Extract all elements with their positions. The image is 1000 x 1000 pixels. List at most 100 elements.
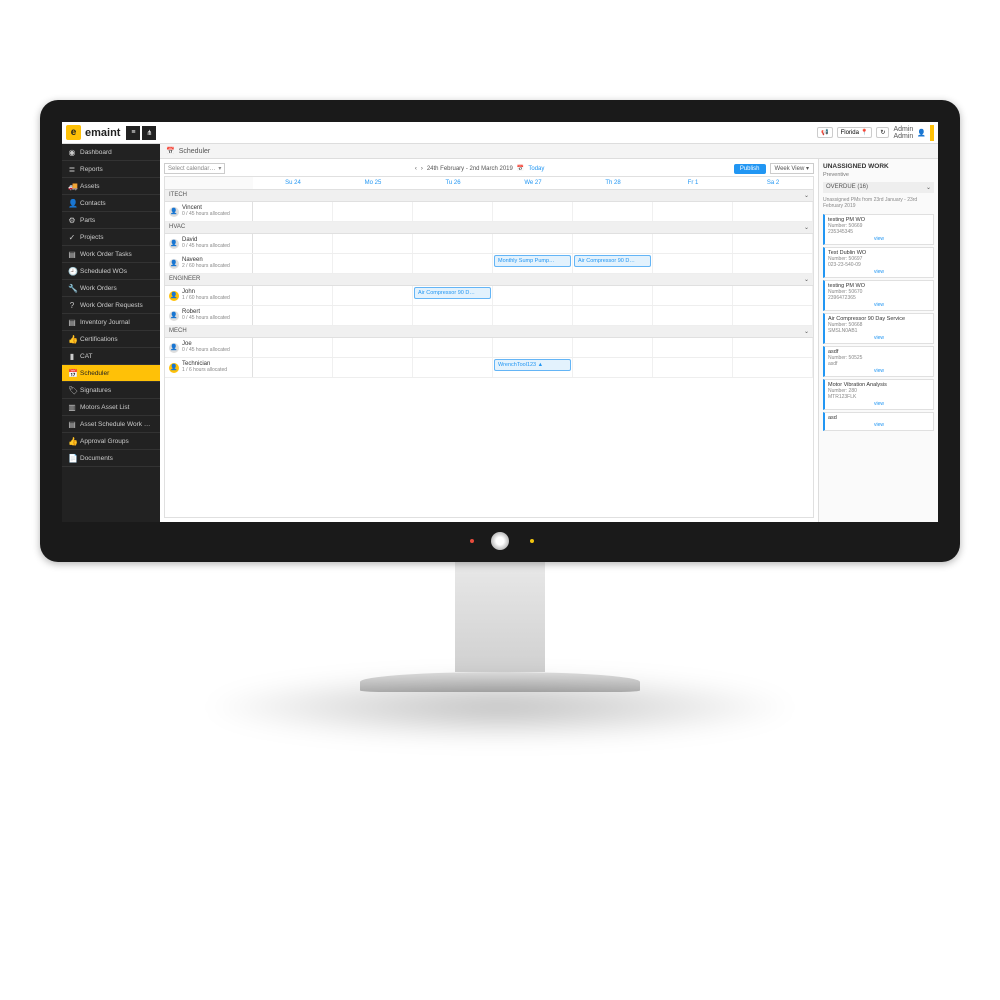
sidebar-item-documents[interactable]: 📄Documents (62, 450, 160, 467)
sidebar-item-assets[interactable]: 🚚Assets (62, 178, 160, 195)
schedule-cell[interactable] (413, 234, 493, 253)
sidebar-item-scheduled-wos[interactable]: 🕘Scheduled WOs (62, 263, 160, 280)
today-button[interactable]: Today (528, 166, 544, 172)
sidebar-item-reports[interactable]: ≣Reports (62, 161, 160, 178)
share-icon[interactable]: ⋔ (142, 126, 156, 140)
unassigned-card[interactable]: Test Dublin WONumber: 50697023-23-540-09… (823, 247, 934, 278)
schedule-cell[interactable] (253, 286, 333, 305)
resource-cell[interactable]: 👤John1 / 60 hours allocated (165, 286, 253, 305)
resource-cell[interactable]: 👤Joe0 / 45 hours allocated (165, 338, 253, 357)
calendar-picker-icon[interactable]: 📅 (517, 165, 524, 172)
unassigned-card[interactable]: asdview (823, 412, 934, 431)
card-view-link[interactable]: view (828, 302, 930, 308)
unassigned-card[interactable]: asdfNumber: 50525asdfview (823, 346, 934, 377)
resource-group-header[interactable]: MECH⌄ (165, 326, 813, 338)
sidebar-item-dashboard[interactable]: ◉Dashboard (62, 144, 160, 161)
overdue-toggle[interactable]: OVERDUE (16) ⌄ (823, 182, 934, 193)
schedule-cell[interactable] (573, 234, 653, 253)
resource-cell[interactable]: 👤Naveen2 / 60 hours allocated (165, 254, 253, 273)
sidebar-item-projects[interactable]: ✓Projects (62, 229, 160, 246)
prev-week-button[interactable]: ‹ (415, 166, 417, 172)
resource-cell[interactable]: 👤David0 / 45 hours allocated (165, 234, 253, 253)
schedule-cell[interactable] (653, 202, 733, 221)
schedule-cell[interactable] (573, 202, 653, 221)
schedule-cell[interactable]: Monthly Sump Pump… (493, 254, 573, 273)
sidebar-item-inventory-journal[interactable]: ▤Inventory Journal (62, 314, 160, 331)
schedule-event[interactable]: Air Compressor 90 D… (414, 287, 491, 299)
schedule-cell[interactable] (733, 306, 813, 325)
schedule-cell[interactable] (653, 338, 733, 357)
schedule-cell[interactable] (653, 234, 733, 253)
user-badge[interactable]: Admin Admin (893, 126, 913, 140)
resource-group-header[interactable]: ITECH⌄ (165, 190, 813, 202)
schedule-cell[interactable] (333, 234, 413, 253)
schedule-event[interactable]: WrenchTool123 ▲ (494, 359, 571, 371)
sidebar-item-motors-asset-list[interactable]: ▥Motors Asset List (62, 399, 160, 416)
publish-button[interactable]: Publish (734, 164, 766, 174)
card-view-link[interactable]: view (828, 236, 930, 242)
schedule-cell[interactable] (413, 338, 493, 357)
menu-icon[interactable]: ≡ (126, 126, 140, 140)
schedule-cell[interactable] (733, 234, 813, 253)
schedule-cell[interactable] (413, 254, 493, 273)
schedule-cell[interactable]: Air Compressor 90 D… (573, 254, 653, 273)
next-week-button[interactable]: › (421, 166, 423, 172)
card-view-link[interactable]: view (828, 269, 930, 275)
schedule-cell[interactable] (333, 286, 413, 305)
sidebar-item-asset-schedule-work-orders[interactable]: ▤Asset Schedule Work Orders (62, 416, 160, 433)
schedule-cell[interactable] (413, 358, 493, 377)
schedule-cell[interactable] (253, 254, 333, 273)
unassigned-card[interactable]: testing PM WONumber: 50669235345345view (823, 214, 934, 245)
sidebar-item-cat[interactable]: ▮CAT (62, 348, 160, 365)
schedule-cell[interactable] (573, 358, 653, 377)
schedule-cell[interactable] (333, 254, 413, 273)
sidebar-item-certifications[interactable]: 👍Certifications (62, 331, 160, 348)
card-view-link[interactable]: view (828, 368, 930, 374)
sidebar-item-contacts[interactable]: 👤Contacts (62, 195, 160, 212)
calendar-select[interactable]: Select calendar… ▾ (164, 163, 225, 174)
sidebar-item-work-orders[interactable]: 🔧Work Orders (62, 280, 160, 297)
schedule-cell[interactable] (493, 338, 573, 357)
card-view-link[interactable]: view (828, 401, 930, 407)
schedule-cell[interactable] (493, 306, 573, 325)
schedule-cell[interactable] (413, 202, 493, 221)
card-view-link[interactable]: view (828, 422, 930, 428)
schedule-cell[interactable] (413, 306, 493, 325)
sidebar-item-approval-groups[interactable]: 👍Approval Groups (62, 433, 160, 450)
schedule-cell[interactable] (333, 338, 413, 357)
card-view-link[interactable]: view (828, 335, 930, 341)
schedule-event[interactable]: Air Compressor 90 D… (574, 255, 651, 267)
schedule-cell[interactable] (653, 254, 733, 273)
schedule-cell[interactable] (573, 286, 653, 305)
refresh-button[interactable]: ↻ (876, 127, 889, 138)
schedule-cell[interactable] (493, 234, 573, 253)
schedule-cell[interactable] (653, 306, 733, 325)
schedule-cell[interactable] (653, 286, 733, 305)
schedule-event[interactable]: Monthly Sump Pump… (494, 255, 571, 267)
resource-group-header[interactable]: HVAC⌄ (165, 222, 813, 234)
schedule-cell[interactable] (733, 254, 813, 273)
resource-group-header[interactable]: ENGINEER⌄ (165, 274, 813, 286)
resource-cell[interactable]: 👤Vincent0 / 45 hours allocated (165, 202, 253, 221)
sidebar-item-scheduler[interactable]: 📅Scheduler (62, 365, 160, 382)
schedule-cell[interactable] (653, 358, 733, 377)
schedule-cell[interactable] (733, 338, 813, 357)
schedule-cell[interactable] (573, 338, 653, 357)
schedule-cell[interactable]: Air Compressor 90 D… (413, 286, 493, 305)
schedule-cell[interactable] (733, 286, 813, 305)
unassigned-card[interactable]: testing PM WONumber: 506702396472365view (823, 280, 934, 311)
view-selector[interactable]: Week View ▾ (770, 163, 814, 174)
schedule-cell[interactable] (253, 234, 333, 253)
schedule-cell[interactable] (253, 338, 333, 357)
announce-button[interactable]: 📢 (817, 127, 832, 138)
schedule-cell[interactable] (333, 306, 413, 325)
schedule-cell[interactable] (333, 202, 413, 221)
sidebar-item-signatures[interactable]: 🏷Signatures (62, 382, 160, 399)
unassigned-card[interactable]: Air Compressor 90 Day ServiceNumber: 506… (823, 313, 934, 344)
schedule-cell[interactable] (493, 202, 573, 221)
schedule-cell[interactable] (733, 202, 813, 221)
location-selector[interactable]: Florida 📍 (837, 127, 873, 138)
unassigned-card[interactable]: Motor Vibration AnalysisNumber: 280MTR12… (823, 379, 934, 410)
resource-cell[interactable]: 👤Technician1 / 6 hours allocated (165, 358, 253, 377)
schedule-cell[interactable] (253, 358, 333, 377)
